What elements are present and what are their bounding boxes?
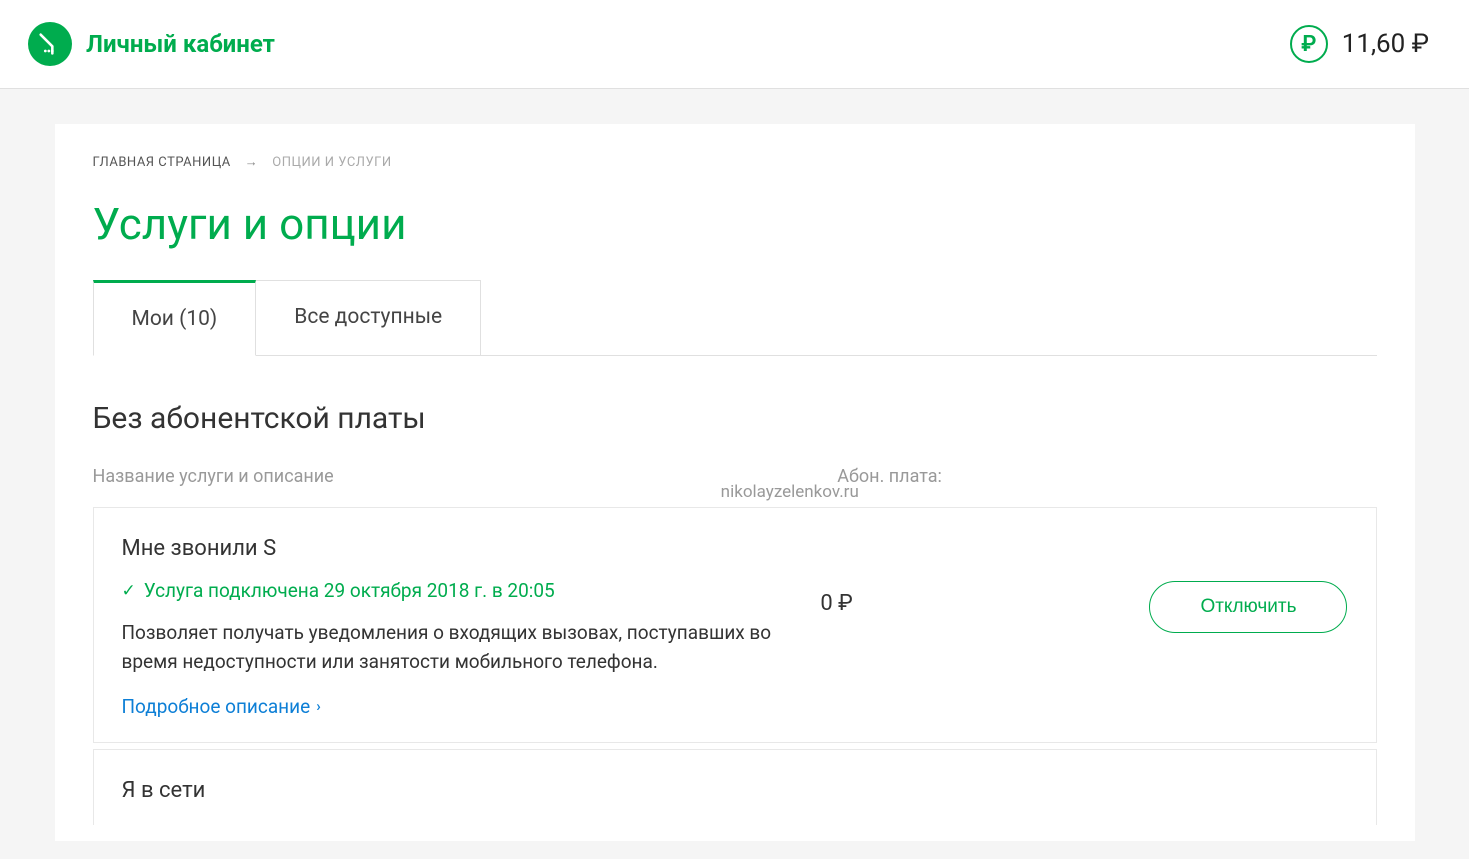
disconnect-button[interactable]: Отключить — [1149, 581, 1347, 633]
details-link[interactable]: Подробное описание › — [122, 695, 321, 718]
details-link-text: Подробное описание — [122, 695, 311, 718]
tab-mine[interactable]: Мои (10) — [93, 280, 257, 356]
chevron-right-icon: › — [316, 697, 321, 715]
main-panel: ГЛАВНАЯ СТРАНИЦА → ОПЦИИ И УСЛУГИ Услуги… — [55, 124, 1415, 841]
service-status: ✓ Услуга подключена 29 октября 2018 г. в… — [122, 579, 821, 602]
section-title: Без абонентской платы — [93, 401, 1377, 436]
tab-all[interactable]: Все доступные — [256, 280, 481, 355]
columns-header: Название услуги и описание Абон. плата: — [93, 466, 1377, 507]
breadcrumb-current: ОПЦИИ И УСЛУГИ — [272, 155, 391, 170]
col-header-fee: Абон. плата: — [837, 466, 1107, 487]
logo-area[interactable]: Личный кабинет — [28, 22, 275, 66]
page-title: Услуги и опции — [93, 198, 1377, 250]
tabs: Мои (10) Все доступные — [93, 280, 1377, 356]
breadcrumb: ГЛАВНАЯ СТРАНИЦА → ОПЦИИ И УСЛУГИ — [93, 154, 1377, 170]
balance-value: 11,60 ₽ — [1342, 29, 1429, 59]
logo-text: Личный кабинет — [86, 30, 275, 58]
service-description: Позволяет получать уведомления о входящи… — [122, 618, 821, 677]
breadcrumb-home[interactable]: ГЛАВНАЯ СТРАНИЦА — [93, 155, 231, 170]
service-status-text: Услуга подключена 29 октября 2018 г. в 2… — [144, 579, 555, 602]
check-icon: ✓ — [122, 581, 136, 601]
ruble-icon: ₽ — [1290, 25, 1328, 63]
service-name: Я в сети — [122, 778, 821, 803]
service-row: Я в сети — [93, 749, 1377, 825]
col-header-name: Название услуги и описание — [93, 466, 838, 487]
balance-area[interactable]: ₽ 11,60 ₽ — [1290, 25, 1429, 63]
service-name: Мне звонили S — [122, 536, 821, 561]
app-header: Личный кабинет ₽ 11,60 ₽ — [0, 0, 1469, 89]
arrow-right-icon: → — [245, 154, 259, 170]
service-fee: 0 ₽ — [820, 536, 1077, 616]
service-row: Мне звонили S ✓ Услуга подключена 29 окт… — [93, 507, 1377, 743]
logo-icon — [28, 22, 72, 66]
